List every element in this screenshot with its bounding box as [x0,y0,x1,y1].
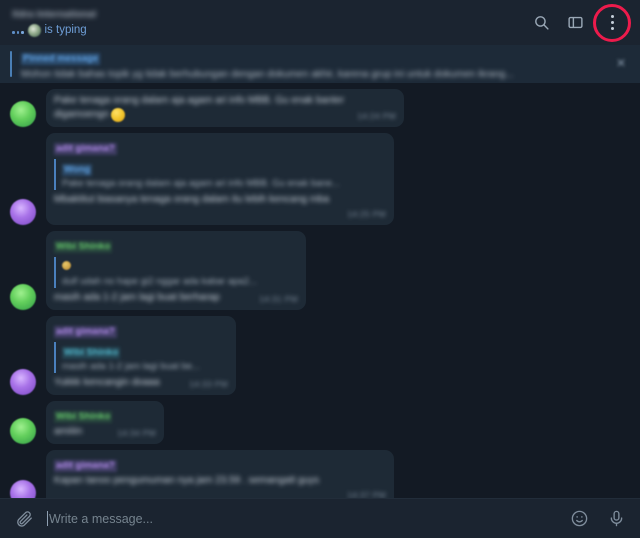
message-text: masih ada 1-2 jam lagi buat berharap [54,292,220,303]
message-row: Wibi Shinko dulf udah no hape gi2 nggar … [0,231,640,310]
typing-label: is typing [44,24,87,36]
typing-user-avatar [27,24,41,37]
pinned-message-body: Pinned message Mohon tidak bahas topik y… [21,48,610,81]
smiley-icon[interactable] [567,507,591,531]
message-text-line2: digamoengn [54,109,110,120]
more-vertical-icon[interactable] [592,3,632,43]
close-icon[interactable]: × [610,53,632,75]
message-timestamp: 14:34 PM [117,428,156,438]
message-row: adit gimana? Kapan tanoo pengumuman nya … [0,450,640,498]
message-bubble[interactable]: Wibi Shinko dulf udah no hape gi2 nggar … [46,231,306,310]
message-timestamp: 14:25 PM [347,209,386,219]
message-row: Pake tenaga orang dalam aja agam ari inf… [0,89,640,127]
text-cursor [47,511,48,526]
avatar[interactable] [10,480,36,498]
message-meta: 14:37 PM [347,490,386,498]
avatar[interactable] [10,418,36,444]
message-text: Pake tenaga orang dalam aja agam ari inf… [54,95,345,106]
paperclip-icon[interactable] [12,507,36,531]
typing-indicator: is typing [12,24,524,37]
message-sender[interactable]: adit gimana? [54,143,117,155]
reply-quote-text: dulf udah no hape gi2 nggar ada kabar ap… [62,276,257,287]
sidebar-toggle-icon[interactable] [558,6,592,40]
reply-quote[interactable]: Wong Pake tenaga orang dalam aja agam ar… [54,159,386,190]
message-bubble[interactable]: adit gimana? Wong Pake tenaga orang dala… [46,133,394,225]
pinned-message-text: Mohon tidak bahas topik yg tidak berhubu… [21,68,514,80]
message-text: amiiiin [54,426,83,437]
chat-title: Xdra International [12,9,97,20]
header-actions [524,3,632,43]
avatar[interactable] [10,199,36,225]
message-sender[interactable]: Wibi Shinko [54,241,113,253]
search-icon[interactable] [524,6,558,40]
reply-quote[interactable]: Wibi Shinko masih ada 1-2 jam lagi buat … [54,342,228,373]
message-input[interactable]: Write a message... [36,511,567,527]
avatar[interactable] [10,369,36,395]
message-list[interactable]: Pake tenaga orang dalam aja agam ari inf… [0,83,640,498]
message-meta: 14:33 PM [189,379,228,390]
avatar[interactable] [10,284,36,310]
more-dots [610,15,614,30]
message-bubble[interactable]: adit gimana? Kapan tanoo pengumuman nya … [46,450,394,498]
message-bubble[interactable]: Pake tenaga orang dalam aja agam ari inf… [46,89,404,127]
message-input-placeholder: Write a message... [49,511,153,526]
typing-dots-icon [12,26,24,36]
message-composer: Write a message... [0,498,640,538]
message-timestamp: 14:31 PM [259,294,298,304]
message-sender[interactable]: adit gimana? [54,460,117,472]
message-text: Mbaktitut biasanya tenaga orang dalam it… [54,194,330,205]
pinned-message-label: Pinned message [21,52,100,65]
message-sender[interactable]: Wibi Shinko [54,411,113,423]
message-meta: 14:31 PM [259,294,298,305]
reply-quote-emoji-row [62,257,298,275]
chat-header-info[interactable]: Xdra International is typing [8,8,524,37]
message-meta: 14:34 PM [117,428,156,439]
chat-header: Xdra International is typing [0,0,640,45]
message-timestamp: 14:33 PM [189,379,228,389]
avatar[interactable] [10,101,36,127]
message-meta: 14:24 PM [357,111,396,122]
message-bubble[interactable]: adit gimana? Wibi Shinko masih ada 1-2 j… [46,316,236,395]
composer-actions [567,507,628,531]
emoji-icon [62,260,71,270]
reply-quote[interactable]: dulf udah no hape gi2 nggar ada kabar ap… [54,257,298,288]
reply-quote-text: Pake tenaga orang dalam aja agam ari inf… [62,178,340,189]
message-meta: 14:25 PM [347,209,386,220]
message-row: Wibi Shinko amiiiin 14:34 PM [0,401,640,444]
pinned-message-bar[interactable]: Pinned message Mohon tidak bahas topik y… [0,45,640,83]
message-bubble[interactable]: Wibi Shinko amiiiin 14:34 PM [46,401,164,444]
message-text: Kapan tanoo pengumuman nya jam 23.59 . s… [54,475,320,486]
message-timestamp: 14:24 PM [357,110,396,121]
reply-quote-text: masih ada 1-2 jam lagi buat be... [62,361,200,372]
emoji-icon [111,108,126,122]
message-row: adit gimana? Wibi Shinko masih ada 1-2 j… [0,316,640,395]
message-timestamp: 14:37 PM [347,490,386,498]
reply-quote-author: Wong [62,164,93,176]
reply-quote-author: Wibi Shinko [62,347,121,359]
message-text: Yukkk kencangin doaaa [54,377,160,388]
microphone-icon[interactable] [604,507,628,531]
message-row: adit gimana? Wong Pake tenaga orang dala… [0,133,640,225]
pinned-marker [10,51,12,77]
chat-app: Xdra International is typing Pinned mess… [0,0,640,538]
message-sender[interactable]: adit gimana? [54,326,117,338]
